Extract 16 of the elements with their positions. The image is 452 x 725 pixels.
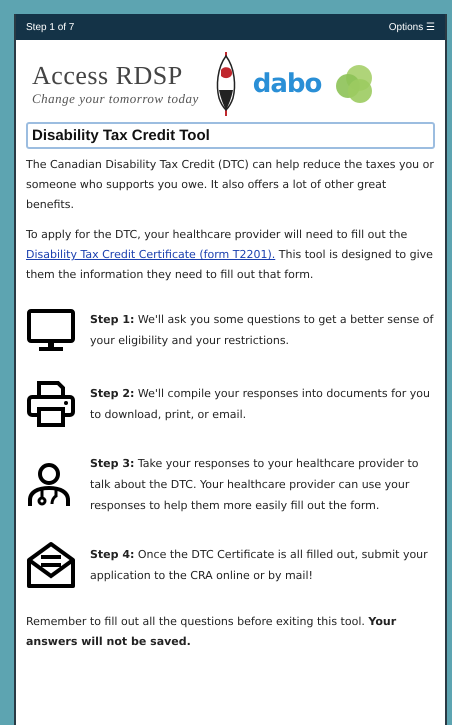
intro-paragraph: The Canadian Disability Tax Credit (DTC) can help reduce the taxes you or someone who supports you owe. It also offers a lot of other great benefits. [26,157,435,213]
step-description: Step 4: Once the DTC Certificate is all filled out, submit your application to the CRA online or by mail! [90,547,429,584]
options-menu-button[interactable]: Options ☰ [388,21,435,33]
step-description: Step 2: We'll compile your responses into documents for you to download, print, or email. [90,386,431,423]
logo-title: Access RDSP [32,61,184,91]
envelope-icon [26,540,76,590]
certificate-link[interactable]: Disability Tax Credit Certificate (form T2201). [26,248,276,261]
partner-logo: dabo [252,69,322,99]
printer-icon [26,379,76,429]
apply-paragraph: To apply for the DTC, your healthcare provider will need to fill out the Disability Tax Credit Certificate (form T2201). This tool is designed to give them the information they need to fill out that form. [26,227,434,283]
logo-tagline: Change your tomorrow today [32,91,199,107]
tool-title: Disability Tax Credit Tool [26,122,435,149]
reminder-text: Remember to fill out all the questions before exiting this tool. Your answers will not be saved. [26,614,398,650]
step-description: Step 3: Take your responses to your healthcare provider to talk about the DTC. Your healthcare provider can use your responses to help them more easily fill out the form. [90,456,420,514]
step-counter: Step 1 of 7 [26,22,74,32]
step-description: Step 1: We'll ask you some questions to get a better sense of your eligibility and your restrictions. [90,312,435,349]
